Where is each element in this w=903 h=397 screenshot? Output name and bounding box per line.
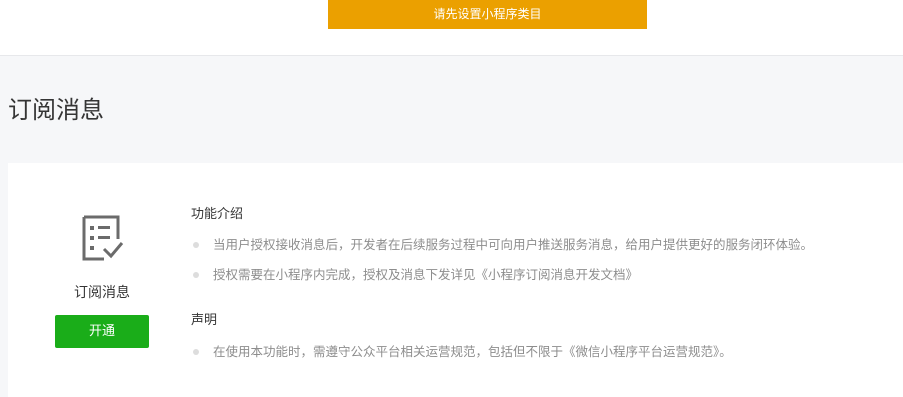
feature-card: 订阅消息 开通 功能介绍 当用户授权接收消息后，开发者在后续服务过程中可向用户推… — [8, 163, 903, 397]
enable-button[interactable]: 开通 — [55, 315, 149, 348]
declaration-title: 声明 — [191, 313, 218, 328]
feature-name: 订阅消息 — [74, 285, 130, 301]
intro-title: 功能介绍 — [191, 207, 244, 222]
list-item: 在使用本功能时，需遵守公众平台相关运营规范，包括但不限于《微信小程序平台运营规范… — [191, 343, 732, 361]
bullet-dot-icon — [193, 348, 199, 355]
list-item-text: 授权需要在小程序内完成，授权及消息下发详见《小程序订阅消息开发文档》 — [213, 267, 639, 282]
bullet-dot-icon — [193, 271, 199, 278]
list-item-text: 当用户授权接收消息后，开发者在后续服务过程中可向用户推送服务消息，给用户提供更好… — [213, 237, 814, 252]
page-title: 订阅消息 — [8, 96, 104, 124]
bullet-dot-icon — [193, 241, 199, 248]
list-item-text: 在使用本功能时，需遵守公众平台相关运营规范，包括但不限于《微信小程序平台运营规范… — [213, 344, 732, 359]
list-item: 当用户授权接收消息后，开发者在后续服务过程中可向用户推送服务消息，给用户提供更好… — [191, 236, 813, 254]
checklist-document-icon — [82, 215, 124, 261]
list-item: 授权需要在小程序内完成，授权及消息下发详见《小程序订阅消息开发文档》 — [191, 266, 638, 284]
set-category-notice-button[interactable]: 请先设置小程序类目 — [328, 0, 647, 29]
top-bar: 请先设置小程序类目 — [0, 0, 903, 56]
